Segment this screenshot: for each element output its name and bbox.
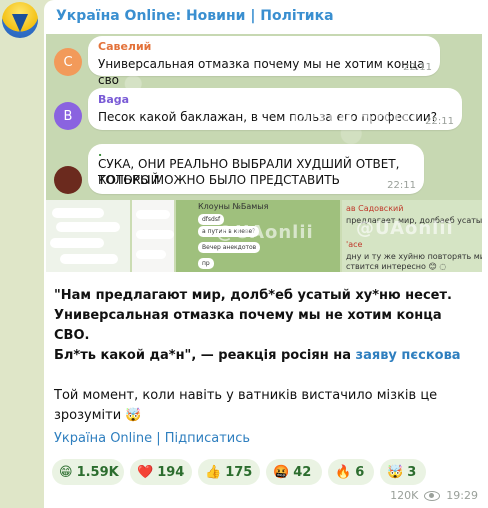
channel-avatar[interactable]	[2, 2, 38, 38]
mini-bubble	[52, 208, 104, 218]
watermark: @UAonlii	[292, 104, 420, 132]
mini-bubble	[60, 254, 118, 264]
avatar: С	[54, 48, 82, 76]
mini-name: ав Садовский	[346, 204, 404, 213]
thumbnail[interactable]: ав Садовский предлагает мир, долбаеб уса…	[342, 200, 482, 272]
reaction-count: 175	[225, 464, 253, 480]
statement-link[interactable]: заяву пєскова	[356, 348, 461, 363]
reaction-count: 1.59K	[76, 464, 119, 480]
mini-bubble	[56, 222, 120, 232]
caption-line: Той момент, коли навіть у ватників виста…	[54, 388, 438, 403]
caption-line: "Нам предлагают мир, долб*еб усатый ху*н…	[54, 288, 452, 303]
watermark: @UAonlii	[356, 218, 454, 239]
mini-name: 'асе	[346, 240, 363, 249]
message-text: ТОЛЬКО МОЖНО БЫЛО ПРЕДСТАВИТЬ	[98, 173, 340, 187]
reaction-button[interactable]: 🤯 3	[380, 459, 426, 485]
mini-text: ствится интересно 😊 ◌	[346, 262, 447, 271]
mini-bubble: Вечер анекдотов	[198, 242, 261, 253]
screenshot-image[interactable]: С Савелий Универсальная отмазка почему м…	[46, 34, 482, 200]
message-time: 22:11	[403, 62, 432, 73]
watermark: @UAonlii	[216, 222, 314, 243]
sender-name: Baga	[98, 93, 130, 106]
avatar	[54, 166, 82, 194]
caption-line: зрозуміти 🤯	[54, 408, 142, 423]
thumbnail[interactable]	[132, 200, 174, 272]
caption-line: Бл*ть какой да*н", — реакція росіян на з…	[54, 346, 474, 366]
reaction-button[interactable]: 🔥 6	[328, 459, 374, 485]
subscribe-link[interactable]: Україна Online | Підписатись	[54, 431, 250, 446]
chat-message: . СУКА, ОНИ РЕАЛЬНО ВЫБРАЛИ ХУДШИЙ ОТВЕТ…	[88, 144, 424, 194]
thumbs-up-icon: 👍	[205, 464, 222, 480]
reaction-count: 194	[157, 464, 185, 480]
thumbnail[interactable]: Клоуны №Бамыя dfsdsf а путин в киеве? Ве…	[176, 200, 340, 272]
reaction-count: 42	[293, 464, 312, 480]
mini-text: дну и ту же хуйню повторять милл	[346, 252, 482, 261]
message-meta: 120K 19:29	[390, 489, 478, 502]
media-strip[interactable]: Клоуны №Бамыя dfsdsf а путин в киеве? Ве…	[46, 200, 482, 272]
grin-icon: 😁	[59, 464, 73, 480]
eye-icon	[424, 490, 441, 501]
message-text: Универсальная отмазка почему мы не хотим…	[98, 57, 425, 87]
message-bubble: Україна Online: Новини | Політика С Саве…	[44, 0, 488, 508]
avatar: B	[54, 102, 82, 130]
reaction-count: 6	[355, 464, 365, 480]
channel-title[interactable]: Україна Online: Новини | Політика	[56, 8, 334, 24]
fire-icon: 🔥	[335, 464, 352, 480]
reaction-count: 3	[407, 464, 417, 480]
reaction-button[interactable]: 👍 175	[198, 459, 260, 485]
trident-icon	[12, 14, 28, 32]
message-time: 22:11	[387, 180, 416, 191]
mini-bubble	[50, 238, 104, 248]
caption-text: Бл*ть какой да*н", — реакція росіян на	[54, 348, 356, 363]
reaction-button[interactable]: ❤️ 194	[130, 459, 192, 485]
thumbnail[interactable]	[46, 200, 130, 272]
mini-bubble	[136, 230, 174, 239]
exploding-head-icon: 🤯	[387, 464, 404, 480]
view-count: 120K	[390, 489, 419, 502]
reaction-button[interactable]: 🤬 42	[266, 459, 322, 485]
caption-line: Универсальная отмазка почему мы не хотим…	[54, 308, 442, 343]
mini-bubble: пр	[198, 258, 214, 269]
message-caption: "Нам предлагают мир, долб*еб усатый ху*н…	[54, 286, 474, 426]
message-time: 22:11	[425, 116, 454, 127]
mini-bubble	[136, 210, 170, 219]
sender-name: Савелий	[98, 40, 152, 53]
angry-face-icon: 🤬	[273, 464, 290, 480]
reaction-button[interactable]: 😁 1.59K	[52, 459, 124, 485]
message-time: 19:29	[446, 489, 478, 502]
heart-icon: ❤️	[137, 464, 154, 480]
mini-name: Клоуны №Бамыя	[198, 202, 269, 211]
chat-message: Савелий Универсальная отмазка почему мы …	[88, 36, 440, 87]
mini-bubble	[136, 250, 166, 259]
